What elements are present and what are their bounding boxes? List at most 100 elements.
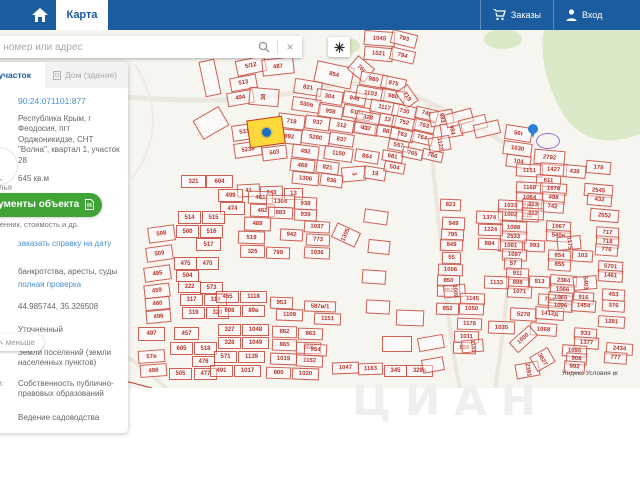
map-parcel[interactable]: 1374 [475,210,504,225]
map-parcel[interactable]: 1281 [597,315,626,329]
home-button[interactable] [24,0,56,30]
map-parcel[interactable]: 55 [441,251,462,265]
map-parcel[interactable]: 1109 [275,308,304,322]
map-parcel[interactable]: 514 [178,211,201,224]
map-parcel[interactable]: 327 [218,324,241,336]
map-parcel[interactable]: 1118 [240,291,267,303]
map-parcel[interactable]: 376 [601,299,626,313]
map-parcel[interactable]: 1151 [313,312,342,326]
map-parcel[interactable]: 103 [571,249,594,263]
map-parcel[interactable]: 605 [170,342,193,355]
map-parcel[interactable]: 328 [218,337,241,349]
map-parcel[interactable]: 3 [340,165,367,183]
map-parcel[interactable]: 491 [210,365,233,377]
tab-house-building[interactable]: Дом (здание) [45,62,128,88]
map-parcel[interactable]: 603 [261,144,288,162]
map-parcel[interactable]: 505 [169,368,192,380]
map-parcel[interactable]: 499 [218,189,243,202]
order-report-link[interactable]: заказать справку на дату [18,239,111,250]
map-parcel[interactable]: 1037 [303,220,331,234]
map-parcel[interactable]: 800 [265,366,292,380]
map-parcel[interactable]: 57в [137,349,166,364]
map-parcel[interactable]: 1048 [242,324,269,336]
map-parcel[interactable]: 516 [200,225,223,238]
map-parcel[interactable]: 325 [239,244,266,259]
map-parcel[interactable]: 864 [354,148,380,165]
map-parcel[interactable]: 475 [174,257,197,270]
orders-button[interactable]: Заказы [481,0,553,30]
map-parcel[interactable]: 1176 [456,317,483,331]
map-parcel[interactable]: 1047 [331,361,360,375]
map-parcel[interactable]: 1133 [483,275,510,290]
full-check-link[interactable]: полная проверка [18,280,81,291]
map-parcel[interactable] [365,299,391,315]
map-parcel[interactable]: 765 [401,145,424,162]
search-input[interactable] [0,41,251,53]
map-parcel[interactable] [363,208,389,226]
map-attribution[interactable]: Яндекс Условия использования [562,370,618,377]
map-parcel[interactable]: 5278 [509,307,538,322]
map-parcel[interactable]: 1017 [234,365,261,377]
map-parcel[interactable]: 1036 [303,246,331,260]
tab-map[interactable]: Карта [56,0,108,30]
map-parcel[interactable]: 498 [139,363,168,378]
map-parcel[interactable]: 495 [143,264,172,283]
map-parcel[interactable]: 504 [383,160,406,175]
map-parcel[interactable]: 519 [237,230,266,245]
map-parcel[interactable]: 508 [147,224,176,244]
map-parcel[interactable] [416,333,446,353]
cadastral-number-link[interactable]: 90:24:071101:877 [18,96,86,107]
map-parcel[interactable]: 38 [248,86,280,108]
map-parcel[interactable]: 178 [585,159,612,176]
map-parcel[interactable]: 942 [279,228,304,242]
map-parcel[interactable]: 587в/1 [303,300,337,313]
login-button[interactable]: Вход [554,0,640,30]
map-parcel[interactable]: 1049 [242,337,269,349]
map-pin-icon[interactable] [528,124,539,138]
map-parcel[interactable]: 500 [176,225,199,238]
map-parcel[interactable]: 322 [178,281,201,293]
map-parcel[interactable]: 799 [265,246,291,260]
map-parcel[interactable]: 317 [180,294,203,306]
map-parcel[interactable] [192,105,230,141]
map-parcel[interactable]: 496 [145,308,172,325]
map-parcel[interactable]: 517 [196,238,221,251]
map-parcel[interactable]: 1139 [238,351,265,363]
map-parcel[interactable]: 1306 [291,170,320,187]
map-parcel[interactable]: 773 [305,233,331,247]
tab-land-parcel[interactable]: Земельный участок [0,62,45,88]
star-button[interactable] [328,37,350,57]
map-parcel[interactable]: 1020 [291,367,320,381]
map-parcel[interactable] [361,269,387,285]
map-parcel[interactable]: 855 [547,258,572,272]
map-parcel[interactable] [395,309,425,327]
map-parcel[interactable]: 608 [218,305,241,317]
map-parcel[interactable]: 571 [214,351,237,363]
map-parcel[interactable]: 1122 [427,134,452,154]
map-parcel[interactable]: 497 [138,327,165,341]
map-parcel[interactable]: 1035 [487,320,516,335]
map-parcel[interactable]: 1224 [477,223,504,237]
map-parcel[interactable]: 455 [216,291,239,303]
map-parcel[interactable]: 1461 [597,269,624,283]
map-parcel[interactable]: 1071 [506,285,533,299]
map-parcel[interactable]: 321 [181,175,206,188]
map-parcel[interactable]: 5403 [572,274,598,292]
map-parcel[interactable]: 212 [521,207,545,221]
map-parcel[interactable]: 515 [202,211,225,224]
map-parcel[interactable]: 1163 [357,362,384,376]
map-parcel[interactable]: 1175 [556,234,582,252]
map-parcel[interactable]: 953 [269,296,294,310]
map-parcel[interactable]: 863 [297,327,324,341]
map-parcel[interactable] [198,58,222,98]
map-parcel[interactable]: 1131 [460,338,485,354]
map-parcel[interactable]: 604 [206,175,233,188]
map-parcel[interactable]: 1454 [570,299,597,313]
map-parcel[interactable]: 470 [196,257,219,270]
map-parcel[interactable]: 865 [271,338,298,352]
map-parcel[interactable] [382,336,412,352]
map-parcel[interactable]: 89в [242,305,265,317]
map-parcel[interactable]: 438 [562,164,587,179]
map-parcel[interactable] [420,356,446,374]
map-parcel[interactable]: 862 [271,325,298,339]
